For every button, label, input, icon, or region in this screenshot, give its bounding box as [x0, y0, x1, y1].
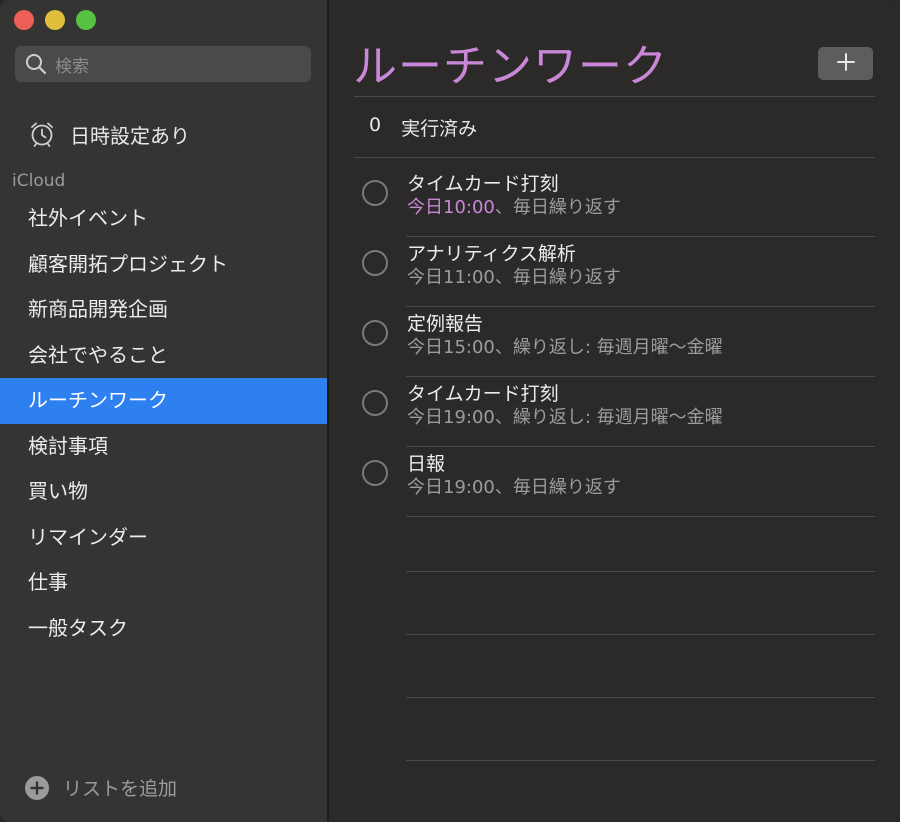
task-title[interactable]: タイムカード打刻 — [407, 379, 559, 406]
task-repeat: 、繰り返し: 毎週月曜〜金曜 — [494, 337, 723, 358]
task-checkbox[interactable] — [362, 390, 388, 416]
sidebar-list-item[interactable]: 社外イベント — [0, 196, 327, 242]
task-checkbox[interactable] — [362, 250, 388, 276]
task-due-time: 今日11:00 — [407, 267, 495, 288]
task-due: 今日19:00、毎日繰り返す — [407, 473, 621, 499]
task-checkbox[interactable] — [362, 320, 388, 346]
task-repeat: 、繰り返し: 毎週月曜〜金曜 — [494, 407, 723, 428]
task-repeat: 、毎日繰り返す — [494, 197, 621, 218]
add-reminder-button[interactable] — [818, 47, 873, 80]
list-title: ルーチンワーク — [353, 41, 668, 92]
window-controls — [14, 10, 96, 30]
sidebar-item-label: 日時設定あり — [70, 123, 190, 148]
reminders-window: 検索 日時設定あり iCloud 社外イベント 顧客開拓プロジェクト 新商品開発企画… — [0, 0, 900, 822]
empty-row-line — [406, 634, 875, 635]
task-row[interactable]: タイムカード打刻 今日19:00、繰り返し: 毎週月曜〜金曜 — [329, 377, 900, 447]
sidebar-list-item[interactable]: 検討事項 — [0, 424, 327, 470]
zoom-button[interactable] — [76, 10, 96, 30]
task-due-time: 今日15:00 — [407, 337, 495, 358]
search-input[interactable]: 検索 — [15, 46, 311, 82]
completed-summary[interactable]: 0 実行済み — [369, 114, 477, 141]
minimize-button[interactable] — [45, 10, 65, 30]
task-due: 今日10:00、毎日繰り返す — [407, 193, 621, 219]
sidebar-list: 社外イベント 顧客開拓プロジェクト 新商品開発企画 会社でやること ルーチンワーク 検討事… — [0, 196, 327, 651]
task-repeat: 、毎日繰り返す — [494, 477, 621, 498]
alarm-clock-icon — [28, 120, 56, 148]
task-checkbox[interactable] — [362, 180, 388, 206]
sidebar-list-item[interactable]: 新商品開発企画 — [0, 287, 327, 333]
main-panel: ルーチンワーク 0 実行済み タイムカード打刻 今日10:00、毎日繰り返す アナリ… — [329, 0, 900, 822]
sidebar: 検索 日時設定あり iCloud 社外イベント 顧客開拓プロジェクト 新商品開発企画… — [0, 0, 327, 822]
title-divider — [354, 96, 875, 97]
task-row[interactable]: 定例報告 今日15:00、繰り返し: 毎週月曜〜金曜 — [329, 307, 900, 377]
plus-icon — [836, 52, 856, 76]
task-due: 今日11:00、毎日繰り返す — [407, 263, 621, 289]
empty-row-line — [406, 697, 875, 698]
sidebar-list-item[interactable]: 仕事 — [0, 560, 327, 606]
search-placeholder: 検索 — [55, 56, 89, 77]
task-due-time: 今日19:00 — [407, 407, 495, 428]
task-title[interactable]: タイムカード打刻 — [407, 169, 559, 196]
sidebar-list-item[interactable]: 顧客開拓プロジェクト — [0, 242, 327, 288]
task-due: 今日15:00、繰り返し: 毎週月曜〜金曜 — [407, 333, 723, 359]
task-due-time: 今日19:00 — [407, 477, 495, 498]
sidebar-list-item[interactable]: 会社でやること — [0, 333, 327, 379]
search-icon — [25, 53, 47, 75]
empty-row-line — [406, 571, 875, 572]
task-due-time: 今日10:00 — [407, 197, 495, 218]
task-title[interactable]: 日報 — [407, 449, 445, 476]
sidebar-list-item[interactable]: 一般タスク — [0, 606, 327, 652]
task-separator — [406, 516, 875, 517]
task-row[interactable]: アナリティクス解析 今日11:00、毎日繰り返す — [329, 237, 900, 307]
task-due: 今日19:00、繰り返し: 毎週月曜〜金曜 — [407, 403, 723, 429]
group-label-icloud: iCloud — [12, 171, 66, 191]
task-title[interactable]: 定例報告 — [407, 309, 483, 336]
task-repeat: 、毎日繰り返す — [494, 267, 621, 288]
add-list-label: リストを追加 — [63, 778, 178, 800]
close-button[interactable] — [14, 10, 34, 30]
sidebar-list-item[interactable]: 買い物 — [0, 469, 327, 515]
task-row[interactable]: タイムカード打刻 今日10:00、毎日繰り返す — [329, 167, 900, 237]
completed-count: 0 — [369, 114, 382, 136]
task-row[interactable]: 日報 今日19:00、毎日繰り返す — [329, 447, 900, 517]
add-list-button[interactable]: リストを追加 — [25, 774, 177, 801]
completed-divider — [354, 157, 875, 158]
sidebar-list-item[interactable]: ルーチンワーク — [0, 378, 327, 424]
empty-row-line — [406, 760, 875, 761]
task-checkbox[interactable] — [362, 460, 388, 486]
sidebar-list-item[interactable]: リマインダー — [0, 515, 327, 561]
sidebar-item-scheduled[interactable]: 日時設定あり — [28, 118, 190, 150]
task-title[interactable]: アナリティクス解析 — [407, 239, 576, 266]
add-circle-icon — [25, 775, 49, 800]
completed-label: 実行済み — [401, 118, 478, 140]
